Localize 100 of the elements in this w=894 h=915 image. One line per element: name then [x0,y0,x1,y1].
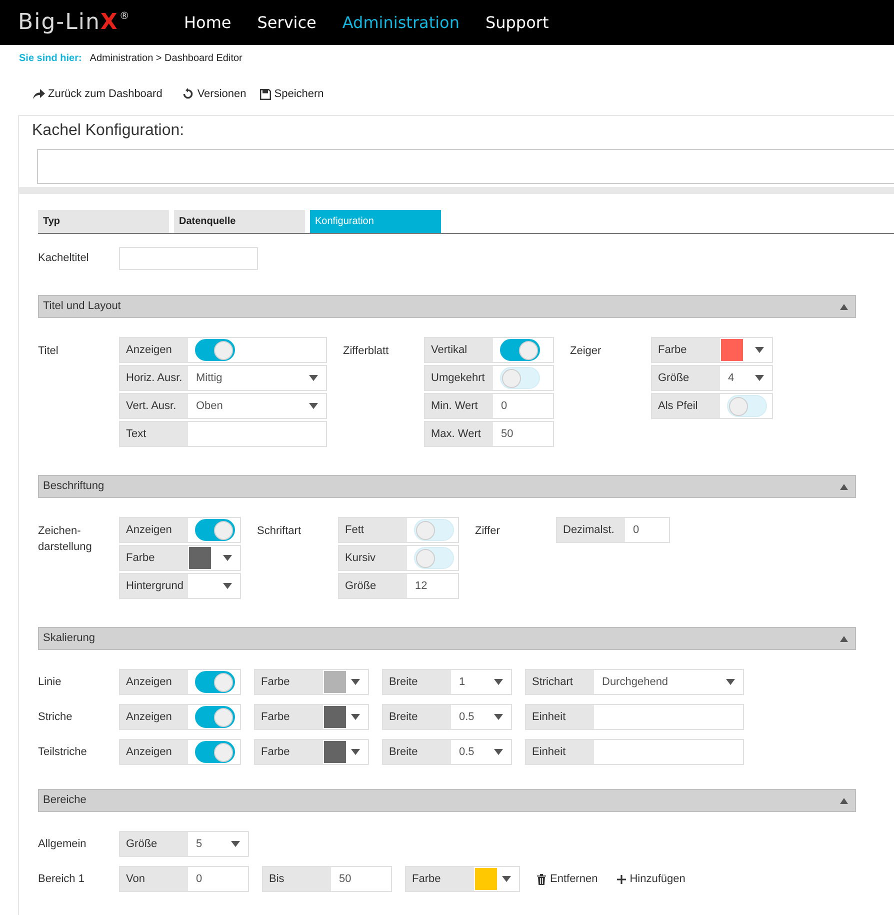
toggle-switch[interactable] [195,519,235,541]
color-picker[interactable]: Farbe [119,545,241,571]
caret-icon [494,714,503,720]
caret-icon [351,714,360,720]
dropdown[interactable]: Breite 1 [382,669,512,695]
toolbar-button[interactable]: Speichern [260,86,324,102]
caret-icon [231,841,240,847]
collapse-icon[interactable] [840,636,848,642]
section-header[interactable]: Titel und Layout [38,295,856,318]
caret-icon [309,403,318,409]
section-title: Bereiche [43,793,86,808]
group-label: Schriftart [257,524,302,539]
section-header[interactable]: Skalierung [38,627,856,650]
remove-link[interactable]: Entfernen [537,866,598,892]
caret-icon [223,583,232,589]
tab[interactable]: Typ [38,210,169,233]
field-label: Kursiv [339,546,407,570]
dropdown[interactable]: Horiz. Ausr. Mittig [119,365,327,391]
field-label: Kacheltitel [38,251,90,266]
color-picker[interactable]: Farbe [254,704,369,730]
collapse-icon[interactable] [840,798,848,804]
text-field[interactable]: Einheit [525,739,744,765]
color-picker[interactable]: Farbe [254,669,369,695]
group-label: Zeichen-darstellung [38,524,93,555]
toggle-switch[interactable] [195,339,235,361]
caret-icon [494,679,503,685]
caret-icon [351,749,360,755]
section-title: Titel und Layout [43,299,121,314]
arrow-icon [33,89,45,99]
tile-title-input[interactable] [119,247,258,270]
nav-link[interactable]: Service [257,10,316,34]
field-label: Anzeigen [120,705,188,729]
panel-title: Kachel Konfiguration: [32,122,184,139]
group-label: Zeiger [570,344,602,359]
dropdown[interactable]: Größe 4 [651,365,773,391]
caret-icon [351,679,360,685]
dropdown[interactable]: Strichart Durchgehend [525,669,744,695]
logo[interactable]: Big-LinX® [18,12,168,34]
color-picker[interactable]: Farbe [405,866,520,892]
field-label: Anzeigen [120,670,188,694]
field-label: Als Pfeil [652,394,720,418]
caret-icon [755,347,764,353]
field-label: Anzeigen [120,338,188,362]
color-picker[interactable]: Hintergrund [119,573,241,599]
collapse-icon[interactable] [840,484,848,490]
caret-icon [502,876,511,882]
collapse-icon[interactable] [840,304,848,310]
plus-icon [616,874,626,884]
dropdown[interactable]: Breite 0.5 [382,704,512,730]
text-field[interactable]: Größe 12 [338,573,459,599]
field-label: Anzeigen [120,518,188,542]
text-field[interactable]: Text [119,421,327,447]
text-field[interactable]: Von 0 [119,866,249,892]
section-title: Skalierung [43,631,95,646]
add-link[interactable]: Hinzufügen [616,866,686,892]
section-header[interactable]: Beschriftung [38,475,856,498]
nav-link[interactable]: Support [485,10,549,34]
field-label: Fett [339,518,407,542]
breadcrumb-path: Administration > Dashboard Editor [90,52,242,66]
text-field[interactable]: Dezimalst. 0 [556,517,670,543]
toggle-switch[interactable] [195,706,235,728]
row-label: Allgemein [38,837,88,852]
color-picker[interactable]: Farbe [651,337,773,363]
caret-icon [223,555,232,561]
row-label: Linie [38,675,62,690]
text-field[interactable]: Einheit [525,704,744,730]
caret-icon [494,749,503,755]
dropdown[interactable]: Größe 5 [119,831,249,857]
nav-link[interactable]: Administration [342,10,460,34]
group-label: Titel [38,344,60,359]
nav-link[interactable]: Home [184,10,232,34]
caret-icon [309,375,318,381]
toggle-switch[interactable] [500,339,540,361]
breadcrumb-label: Sie sind hier: [19,52,82,66]
text-field[interactable]: Bis 50 [262,866,392,892]
trash-icon [537,874,546,884]
dropdown[interactable]: Vert. Ausr. Oben [119,393,327,419]
toggle-switch[interactable] [195,671,235,693]
field-label: Vertikal [425,338,493,362]
caret-icon [726,679,735,685]
tab[interactable]: Datenquelle [174,210,305,233]
text-field[interactable]: Min. Wert 0 [424,393,554,419]
save-icon [260,88,272,100]
row-label: Striche [38,710,74,725]
text-field[interactable]: Max. Wert 50 [424,421,554,447]
toolbar-button[interactable]: Zurück zum Dashboard [33,86,162,102]
section-header[interactable]: Bereiche [38,789,856,812]
group-label: Zifferblatt [343,344,390,359]
dropdown[interactable]: Breite 0.5 [382,739,512,765]
toolbar-button[interactable]: Versionen [182,86,246,102]
field-label: Anzeigen [120,740,188,764]
refresh-icon [182,88,194,100]
caret-icon [755,375,764,381]
field-label: Umgekehrt [425,366,493,390]
toggle-switch[interactable] [195,741,235,763]
color-picker[interactable]: Farbe [254,739,369,765]
description-field[interactable] [37,149,894,184]
section-title: Beschriftung [43,479,104,494]
group-label: Ziffer [475,524,501,539]
row-label: Bereich 1 [38,872,86,887]
